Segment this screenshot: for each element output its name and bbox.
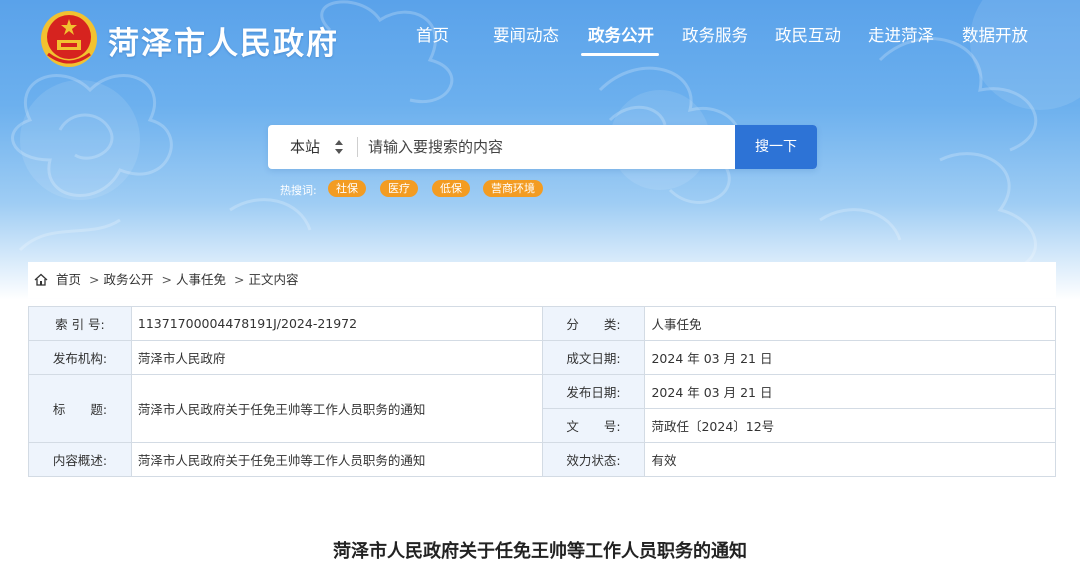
summary-value: 菏泽市人民政府关于任免王帅等工作人员职务的通知 xyxy=(130,442,543,477)
validity-status-value: 有效 xyxy=(644,442,1056,477)
document-metadata-table: 索 引 号: 11371700004478191J/2024-21972 分 类… xyxy=(28,306,1056,477)
table-row: 发布机构: 菏泽市人民政府 成文日期: 2024 年 03 月 21 日 xyxy=(28,340,1056,375)
select-arrows-icon xyxy=(335,140,343,154)
publisher-value: 菏泽市人民政府 xyxy=(130,340,543,375)
nav-item-gov-affairs-open[interactable]: 政务公开 xyxy=(588,22,654,46)
breadcrumb-current: 正文内容 xyxy=(248,272,299,287)
search-bar: 本站 搜一下 xyxy=(268,125,817,169)
hot-tag-medical[interactable]: 医疗 xyxy=(380,180,418,197)
nav-item-gov-services[interactable]: 政务服务 xyxy=(682,22,748,46)
table-row: 内容概述: 菏泽市人民政府关于任免王帅等工作人员职务的通知 效力状态: 有效 xyxy=(28,442,1056,477)
national-emblem-icon xyxy=(41,11,97,67)
table-row: 标 题: 菏泽市人民政府关于任免王帅等工作人员职务的通知 发布日期: 2024 … xyxy=(28,374,1056,443)
category-value: 人事任免 xyxy=(644,306,1056,341)
index-number-value: 11371700004478191J/2024-21972 xyxy=(130,306,543,341)
document-number-label: 文 号: xyxy=(541,408,646,443)
index-number-label: 索 引 号: xyxy=(28,306,132,341)
nav-item-about-heze[interactable]: 走进菏泽 xyxy=(868,22,934,46)
breadcrumb: 首页 > 政务公开 > 人事任免 > 正文内容 xyxy=(28,262,1056,298)
table-row: 索 引 号: 11371700004478191J/2024-21972 分 类… xyxy=(28,306,1056,341)
breadcrumb-home[interactable]: 首页 xyxy=(56,272,81,287)
breadcrumb-personnel[interactable]: 人事任免 xyxy=(176,272,226,287)
nav-active-underline xyxy=(581,53,659,56)
search-button[interactable]: 搜一下 xyxy=(735,125,817,169)
site-title[interactable]: 菏泽市人民政府 xyxy=(108,18,339,63)
summary-label: 内容概述: xyxy=(28,442,132,477)
document-number-value: 菏政任〔2024〕12号 xyxy=(644,408,1056,443)
nav-item-interaction[interactable]: 政民互动 xyxy=(775,22,841,46)
breadcrumb-separator: > xyxy=(161,272,172,287)
nav-item-home[interactable]: 首页 xyxy=(416,22,449,46)
breadcrumb-separator: > xyxy=(234,272,245,287)
nav-item-news[interactable]: 要闻动态 xyxy=(493,22,559,46)
category-label: 分 类: xyxy=(541,306,646,341)
breadcrumb-gov-affairs-open[interactable]: 政务公开 xyxy=(103,272,153,287)
published-date-label: 发布日期: xyxy=(541,374,646,409)
nav-item-open-data[interactable]: 数据开放 xyxy=(962,22,1028,46)
created-date-label: 成文日期: xyxy=(541,340,646,375)
created-date-value: 2024 年 03 月 21 日 xyxy=(644,340,1056,375)
header-banner: 菏泽市人民政府 首页 要闻动态 政务公开 政务服务 政民互动 走进菏泽 数据开放… xyxy=(0,0,1080,300)
document-title: 菏泽市人民政府关于任免王帅等工作人员职务的通知 xyxy=(333,541,747,562)
hot-tag-social-security[interactable]: 社保 xyxy=(328,180,366,197)
title-label: 标 题: xyxy=(28,374,132,443)
publisher-label: 发布机构: xyxy=(28,340,132,375)
hot-search-label: 热搜词: xyxy=(280,184,317,197)
search-divider xyxy=(357,137,358,157)
published-date-value: 2024 年 03 月 21 日 xyxy=(644,374,1056,409)
hot-tag-business-env[interactable]: 营商环境 xyxy=(483,180,543,197)
home-icon xyxy=(34,273,48,286)
title-value: 菏泽市人民政府关于任免王帅等工作人员职务的通知 xyxy=(130,374,543,443)
validity-status-label: 效力状态: xyxy=(541,442,646,477)
hot-tag-subsistence[interactable]: 低保 xyxy=(432,180,470,197)
search-input[interactable] xyxy=(368,125,728,169)
breadcrumb-separator: > xyxy=(89,272,100,287)
